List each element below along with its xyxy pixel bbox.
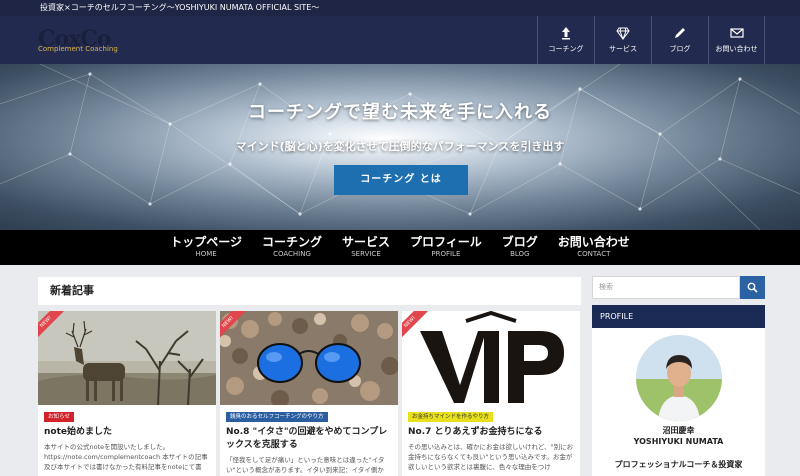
header-nav-label: ブログ: [669, 45, 691, 53]
main-nav-profile[interactable]: プロフィール PROFILE: [400, 230, 492, 265]
coaching-about-button[interactable]: コーチング とは: [334, 165, 468, 195]
header-nav-label: コーチング: [548, 45, 584, 53]
header-nav-label: お問い合わせ: [715, 45, 758, 53]
main-nav-label: トップページ: [170, 235, 242, 249]
header-nav: コーチング サービス ブログ お問い合わせ: [537, 16, 765, 64]
header-nav-service[interactable]: サービス: [594, 16, 651, 64]
main-nav-coaching[interactable]: コーチング COACHING: [252, 230, 332, 265]
main-nav-label: コーチング: [261, 235, 322, 249]
search-button[interactable]: [740, 276, 765, 299]
post-thumbnail-vip[interactable]: [402, 311, 580, 405]
post-thumbnail-deer[interactable]: [38, 311, 216, 405]
mail-icon: [729, 28, 744, 38]
pencil-icon: [675, 28, 685, 38]
main-nav-home[interactable]: トップページ HOME: [160, 230, 252, 265]
post-title[interactable]: note始めました: [44, 426, 212, 439]
post-excerpt: その思い込みとは、確かにお金は欲しいけれど、"別にお金持ちにならなくても良い"と…: [408, 443, 574, 471]
post-excerpt: 「怪我をして足が痛い」といった意味とは違った"イタい"という概念があります。イタ…: [226, 456, 385, 474]
post-title[interactable]: No.7 とりあえずお金持ちになる: [408, 426, 576, 439]
post-category[interactable]: お金持ちマインドを作るやり方: [408, 412, 494, 422]
post-excerpt: 本サイトの公式noteを開設いたしました。https://note.com/co…: [44, 443, 208, 471]
post-category[interactable]: お知らせ: [44, 412, 74, 422]
header-nav-coaching[interactable]: コーチング: [537, 16, 594, 64]
main-nav-contact[interactable]: お問い合わせ CONTACT: [548, 230, 640, 265]
search-input[interactable]: 検索: [592, 276, 740, 299]
logo-sub: Complement Coaching: [38, 45, 118, 53]
hero-subtitle: マインド(脳と心)を変化させて圧倒的なパフォーマンスを引き出す: [235, 140, 565, 153]
post-card[interactable]: NEW! お金持ちマインドを作るやり方 No.7 とりあえずお金持ちになる その…: [402, 311, 580, 476]
profile-widget: 沼田慶幸 YOSHIYUKI NUMATA プロフェッショナルコーチ＆投資家: [592, 328, 765, 476]
main-nav-sublabel: SERVICE: [351, 250, 381, 258]
header-nav-blog[interactable]: ブログ: [651, 16, 708, 64]
main-nav-label: お問い合わせ: [557, 235, 630, 249]
post-thumbnail-sunglasses[interactable]: [220, 311, 398, 405]
main-nav-sublabel: HOME: [195, 250, 217, 258]
profile-role: プロフェッショナルコーチ＆投資家: [614, 460, 743, 469]
hero-title: コーチングで望む未来を手に入れる: [248, 102, 552, 123]
diamond-icon: [616, 27, 630, 40]
profile-heading: PROFILE: [592, 305, 765, 328]
section-heading: 新着記事: [38, 277, 581, 305]
search-icon: [747, 282, 758, 293]
profile-avatar: [636, 335, 722, 421]
hero-banner: コーチングで望む未来を手に入れる マインド(脳と心)を変化させて圧倒的なパフォー…: [0, 64, 800, 230]
post-card[interactable]: NEW! お知らせ note始めました 本サイトの公式noteを開設いたしました…: [38, 311, 216, 476]
new-posts-section: 新着記事 NEW! お知らせ note始めました 本サイトの公式noteを開設い…: [38, 277, 581, 476]
header-nav-contact[interactable]: お問い合わせ: [708, 16, 765, 64]
site-logo[interactable]: CoxCo Complement Coaching: [38, 26, 118, 58]
site-tagline: 投資家×コーチのセルフコーチング〜YOSHIYUKI NUMATA OFFICI…: [0, 0, 800, 16]
post-card[interactable]: NEW! 銭臭のおるセルフコーチングのやり方 No.8 "イタさ"の回避をやめて…: [220, 311, 398, 476]
main-nav-sublabel: PROFILE: [431, 250, 461, 258]
site-header: CoxCo Complement Coaching コーチング サービス ブログ…: [0, 16, 800, 64]
post-title[interactable]: No.8 "イタさ"の回避をやめてコンプレックスを克服する: [226, 426, 394, 452]
main-nav-sublabel: BLOG: [510, 250, 530, 258]
main-nav-blog[interactable]: ブログ BLOG: [492, 230, 548, 265]
profile-name: 沼田慶幸 YOSHIYUKI NUMATA: [592, 425, 765, 447]
main-nav-service[interactable]: サービス SERVICE: [332, 230, 400, 265]
post-category[interactable]: 銭臭のおるセルフコーチングのやり方: [226, 412, 328, 422]
header-nav-label: サービス: [609, 45, 637, 53]
main-nav-label: ブログ: [501, 235, 538, 249]
main-nav: トップページ HOME コーチング COACHING サービス SERVICE …: [0, 230, 800, 265]
profile-name-jp: 沼田慶幸: [662, 426, 695, 435]
main-nav-sublabel: CONTACT: [577, 250, 611, 258]
main-nav-sublabel: COACHING: [273, 250, 311, 258]
upload-arrow-icon: [562, 27, 570, 40]
main-nav-label: サービス: [341, 235, 390, 249]
profile-name-en: YOSHIYUKI NUMATA: [633, 437, 724, 446]
main-nav-label: プロフィール: [410, 235, 482, 249]
